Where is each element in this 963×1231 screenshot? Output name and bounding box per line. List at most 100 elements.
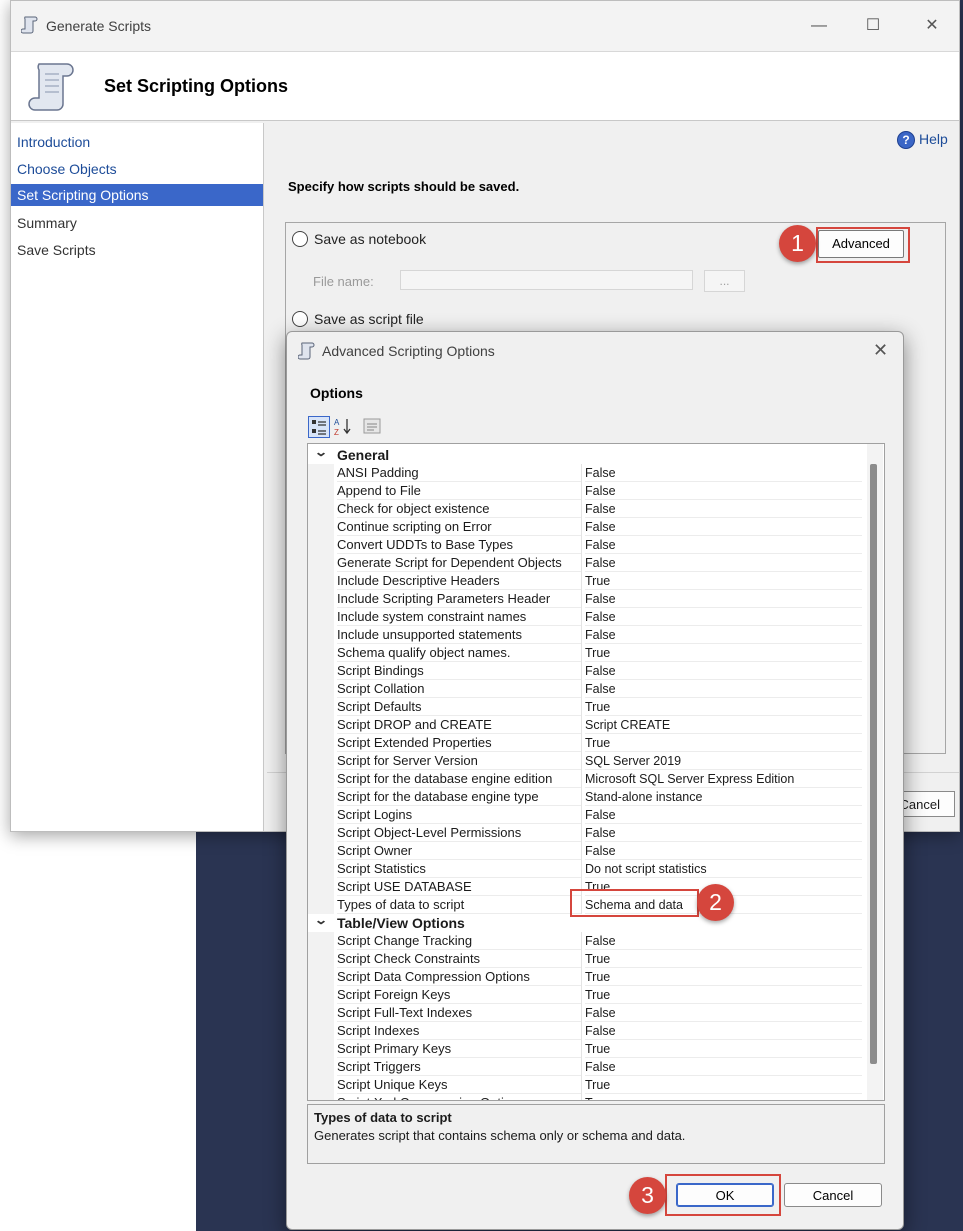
property-name[interactable]: Script Logins [337,806,581,824]
property-row[interactable]: Script Xml Compression Options True [308,1094,862,1100]
property-row[interactable]: Script Check Constraints True [308,950,862,968]
property-name[interactable]: Script Bindings [337,662,581,680]
property-name[interactable]: Script Extended Properties [337,734,581,752]
property-name[interactable]: Types of data to script [337,896,581,914]
property-value[interactable]: SQL Server 2019 [585,752,862,770]
property-name[interactable]: Script Primary Keys [337,1040,581,1058]
property-value[interactable]: Do not script statistics [585,860,862,878]
property-name[interactable]: Generate Script for Dependent Objects [337,554,581,572]
property-value[interactable]: False [585,842,862,860]
property-value[interactable]: False [585,824,862,842]
property-pages-icon[interactable] [362,416,384,438]
property-name[interactable]: Script Change Tracking [337,932,581,950]
property-name[interactable]: Schema qualify object names. [337,644,581,662]
property-row[interactable]: Script Extended Properties True [308,734,862,752]
property-row[interactable]: Script Defaults True [308,698,862,716]
property-name[interactable]: Script for the database engine type [337,788,581,806]
property-name[interactable]: Include Scripting Parameters Header [337,590,581,608]
property-name[interactable]: Include unsupported statements [337,626,581,644]
property-name[interactable]: Include Descriptive Headers [337,572,581,590]
property-name[interactable]: Convert UDDTs to Base Types [337,536,581,554]
browse-button[interactable]: ... [704,270,745,292]
help-link[interactable]: Help [919,131,948,147]
property-value[interactable]: False [585,1058,862,1076]
maximize-button[interactable]: ☐ [863,16,883,36]
property-row[interactable]: Convert UDDTs to Base Types False [308,536,862,554]
help-icon[interactable]: ? [897,131,915,149]
property-name[interactable]: Script Foreign Keys [337,986,581,1004]
save-as-notebook-label[interactable]: Save as notebook [314,231,426,247]
property-row[interactable]: Generate Script for Dependent Objects Fal… [308,554,862,572]
property-row[interactable]: Include system constraint names False [308,608,862,626]
chevron-down-icon[interactable]: ⌄ [314,913,328,927]
property-value[interactable]: True [585,1040,862,1058]
property-name[interactable]: Script Full-Text Indexes [337,1004,581,1022]
property-name[interactable]: Script Defaults [337,698,581,716]
property-row[interactable]: Script Data Compression Options True [308,968,862,986]
property-row[interactable]: Script for the database engine type Stand… [308,788,862,806]
property-row[interactable]: Continue scripting on Error False [308,518,862,536]
property-name[interactable]: Script Object-Level Permissions [337,824,581,842]
property-row[interactable]: Script DROP and CREATE Script CREATE [308,716,862,734]
cancel-button[interactable]: Cancel [784,1183,882,1207]
property-value[interactable]: True [585,986,862,1004]
property-row[interactable]: Include unsupported statements False [308,626,862,644]
property-value[interactable]: Microsoft SQL Server Express Edition [585,770,862,788]
property-row[interactable]: Script Primary Keys True [308,1040,862,1058]
property-name[interactable]: Append to File [337,482,581,500]
property-row[interactable]: Script Bindings False [308,662,862,680]
property-value[interactable]: False [585,590,862,608]
property-row[interactable]: ANSI Padding False [308,464,862,482]
property-value[interactable]: True [585,572,862,590]
property-value[interactable]: True [585,698,862,716]
property-row[interactable]: Script Owner False [308,842,862,860]
property-value[interactable]: True [585,1076,862,1094]
chevron-down-icon[interactable]: ⌄ [314,445,328,459]
property-value[interactable]: False [585,662,862,680]
property-name[interactable]: Script for Server Version [337,752,581,770]
property-value[interactable]: False [585,464,862,482]
property-name[interactable]: Script Check Constraints [337,950,581,968]
property-row[interactable]: Script Unique Keys True [308,1076,862,1094]
property-name[interactable]: ANSI Padding [337,464,581,482]
property-name[interactable]: Script Data Compression Options [337,968,581,986]
property-row[interactable]: Script Triggers False [308,1058,862,1076]
nav-item-choose-objects[interactable]: Choose Objects [11,158,263,180]
property-value[interactable]: False [585,1004,862,1022]
property-row[interactable]: Script for the database engine edition Mi… [308,770,862,788]
property-value[interactable]: False [585,608,862,626]
property-row[interactable]: Include Descriptive Headers True [308,572,862,590]
save-as-notebook-radio[interactable] [292,231,308,247]
property-row[interactable]: Schema qualify object names. True [308,644,862,662]
property-row[interactable]: Script Indexes False [308,1022,862,1040]
property-name[interactable]: Script Unique Keys [337,1076,581,1094]
alphabetical-sort-icon[interactable]: AZ [333,416,355,438]
property-name[interactable]: Script Collation [337,680,581,698]
property-value[interactable]: False [585,680,862,698]
categorized-view-icon[interactable] [308,416,330,438]
property-name[interactable]: Script USE DATABASE [337,878,581,896]
property-value[interactable]: Stand-alone instance [585,788,862,806]
property-value[interactable]: True [585,950,862,968]
save-as-script-file-label[interactable]: Save as script file [314,311,424,327]
property-value[interactable]: False [585,536,862,554]
property-name[interactable]: Script Statistics [337,860,581,878]
property-value[interactable]: False [585,482,862,500]
property-name[interactable]: Script for the database engine edition [337,770,581,788]
property-row[interactable]: Script Change Tracking False [308,932,862,950]
file-name-input[interactable] [400,270,693,290]
property-value[interactable]: Script CREATE [585,716,862,734]
property-value[interactable]: False [585,1022,862,1040]
property-row[interactable]: Script Full-Text Indexes False [308,1004,862,1022]
property-row[interactable]: Script for Server Version SQL Server 2019 [308,752,862,770]
scrollbar-thumb[interactable] [870,464,877,1064]
nav-item-set-scripting-options[interactable]: Set Scripting Options [11,184,263,206]
category-header[interactable]: ⌄ General [308,445,862,464]
property-row[interactable]: Script Object-Level Permissions False [308,824,862,842]
property-name[interactable]: Script Indexes [337,1022,581,1040]
property-row[interactable]: Include Scripting Parameters Header False [308,590,862,608]
property-name[interactable]: Include system constraint names [337,608,581,626]
property-value[interactable]: True [585,644,862,662]
close-button[interactable]: ✕ [922,16,942,36]
property-value[interactable]: False [585,806,862,824]
